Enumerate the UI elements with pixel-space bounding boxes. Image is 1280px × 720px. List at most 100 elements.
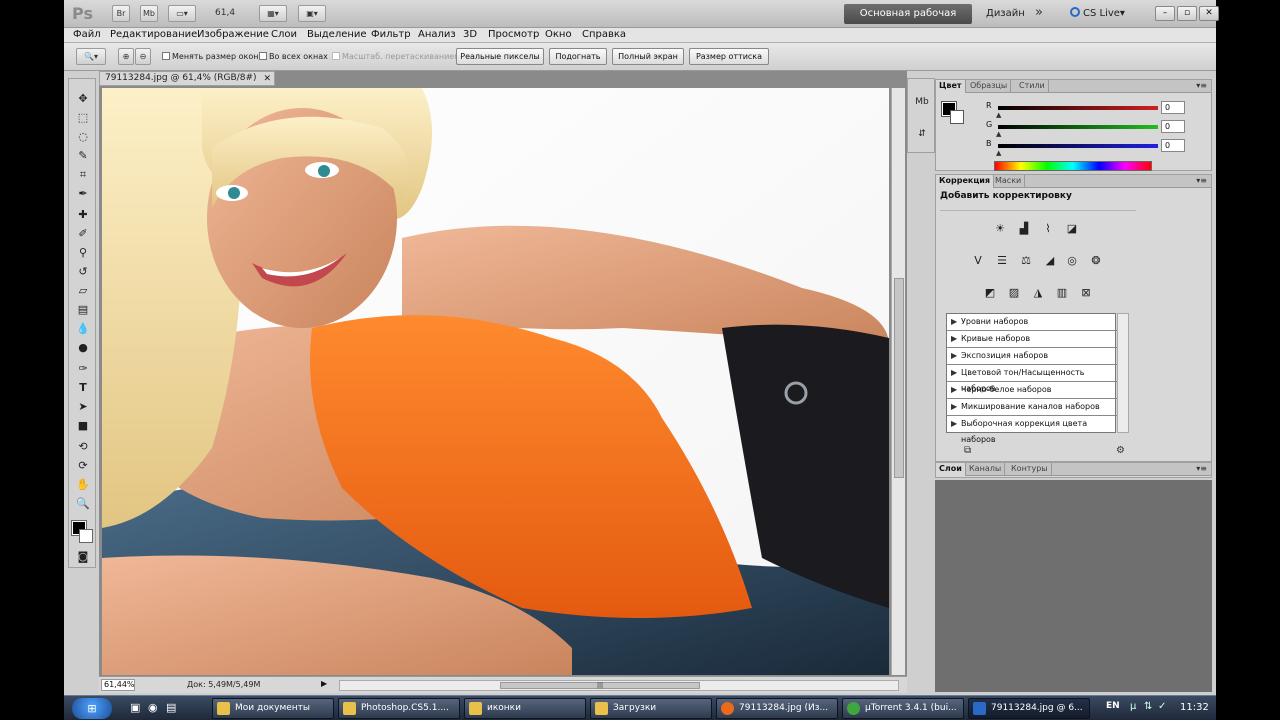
move-tool-icon[interactable]: ✥ — [75, 91, 91, 107]
3d-orbit-tool-icon[interactable]: ⟳ — [75, 458, 91, 474]
menu-window[interactable]: Окно — [545, 29, 572, 40]
quick-select-tool-icon[interactable]: ✎ — [75, 148, 91, 164]
menu-file[interactable]: Файл — [73, 29, 101, 40]
adjustment-options-icon[interactable]: ⚙ — [1116, 445, 1125, 456]
preset-hue-saturation[interactable]: ▶ Цветовой тон/Насыщенность наборов — [947, 365, 1117, 393]
taskbar-my-documents[interactable]: Мои документы — [212, 698, 334, 719]
channel-mixer-icon[interactable]: ❂ — [1088, 253, 1104, 269]
hand-tool-icon[interactable]: ✋ — [75, 477, 91, 493]
type-tool-icon[interactable]: T — [75, 380, 91, 396]
tab-adjustments[interactable]: Коррекция — [936, 175, 995, 188]
close-document-icon[interactable]: ✕ — [263, 73, 271, 86]
adjustments-panel-menu-icon[interactable]: ▾≡ — [1196, 176, 1207, 185]
all-windows-checkbox[interactable]: Во всех окнах — [259, 52, 328, 61]
menu-filter[interactable]: Фильтр — [371, 29, 411, 40]
selective-color-icon[interactable]: ⊠ — [1078, 285, 1094, 301]
red-value-input[interactable]: 0 — [1161, 101, 1185, 114]
menu-image[interactable]: Изображение — [197, 29, 269, 40]
tray-utorrent-icon[interactable]: µ — [1130, 701, 1136, 712]
menu-edit[interactable]: Редактирование — [110, 29, 197, 40]
clip-to-layer-icon[interactable]: ⧉ — [964, 445, 971, 456]
tab-layers[interactable]: Слои — [936, 463, 966, 476]
color-spectrum-ramp[interactable] — [994, 161, 1152, 171]
preset-levels[interactable]: ▶ Уровни наборов — [947, 314, 1117, 331]
green-slider-knob[interactable]: ▲ — [996, 130, 1001, 138]
red-slider-knob[interactable]: ▲ — [996, 111, 1001, 119]
color-panel-menu-icon[interactable]: ▾≡ — [1196, 81, 1207, 90]
image-canvas[interactable] — [102, 88, 889, 675]
eyedropper-tool-icon[interactable]: ✒ — [75, 186, 91, 202]
tab-paths[interactable]: Контуры — [1008, 463, 1052, 476]
dodge-tool-icon[interactable]: ● — [75, 340, 91, 356]
crop-tool-icon[interactable]: ⌗ — [75, 167, 91, 183]
screen-mode-button[interactable]: ▣▾ — [298, 5, 326, 22]
preset-curves[interactable]: ▶ Кривые наборов — [947, 331, 1117, 348]
preset-channel-mixer[interactable]: ▶ Микширование каналов наборов — [947, 399, 1117, 416]
actual-pixels-button[interactable]: Реальные пикселы — [456, 48, 544, 65]
fill-screen-button[interactable]: Полный экран — [612, 48, 684, 65]
marquee-tool-icon[interactable]: ⬚ — [75, 110, 91, 126]
menu-layers[interactable]: Слои — [271, 29, 297, 40]
show-desktop-icon[interactable]: ▣ — [130, 701, 140, 714]
blur-tool-icon[interactable]: 💧 — [75, 321, 91, 337]
history-panel-icon[interactable]: ⇵ — [913, 125, 931, 143]
status-menu-arrow-icon[interactable]: ▶ — [321, 679, 327, 688]
horizontal-scroll-thumb[interactable]: ||| — [500, 682, 700, 689]
taskbar-photoshop[interactable]: 79113284.jpg @ 6... — [968, 698, 1090, 719]
exposure-icon[interactable]: ◪ — [1064, 221, 1080, 237]
tab-swatches[interactable]: Образцы — [967, 80, 1012, 93]
minimize-button[interactable]: – — [1155, 6, 1175, 21]
preset-selective-color[interactable]: ▶ Выборочная коррекция цвета наборов — [947, 416, 1117, 444]
layers-panel-menu-icon[interactable]: ▾≡ — [1196, 464, 1207, 473]
lasso-tool-icon[interactable]: ◌ — [75, 129, 91, 145]
arrange-documents-button[interactable]: ▦▾ — [259, 5, 287, 22]
menu-3d[interactable]: 3D — [463, 29, 477, 40]
path-select-tool-icon[interactable]: ➤ — [75, 399, 91, 415]
invert-icon[interactable]: ◩ — [982, 285, 998, 301]
3d-rotate-tool-icon[interactable]: ⟲ — [75, 439, 91, 455]
brush-tool-icon[interactable]: ✐ — [75, 226, 91, 242]
menu-analysis[interactable]: Анализ — [418, 29, 456, 40]
healing-brush-tool-icon[interactable]: ✚ — [75, 207, 91, 223]
minibridge-panel-icon[interactable]: Mb — [913, 93, 931, 111]
zoom-field[interactable]: 61,44% — [101, 679, 135, 691]
workspace-design-button[interactable]: Дизайн — [986, 8, 1025, 19]
threshold-icon[interactable]: ◮ — [1030, 285, 1046, 301]
more-workspaces-icon[interactable]: » — [1035, 5, 1043, 20]
workspace-essentials-button[interactable]: Основная рабочая среда — [844, 4, 972, 39]
tab-styles[interactable]: Стили — [1016, 80, 1049, 93]
taskbar-photoshop-folder[interactable]: Photoshop.CS5.1.... — [338, 698, 460, 719]
preset-exposure[interactable]: ▶ Экспозиция наборов — [947, 348, 1117, 365]
view-extras-button[interactable]: ▭▾ — [168, 5, 196, 22]
presets-scrollbar[interactable] — [1117, 313, 1129, 433]
gradient-map-icon[interactable]: ▥ — [1054, 285, 1070, 301]
blue-slider[interactable] — [998, 144, 1158, 148]
color-balance-icon[interactable]: ⚖ — [1018, 253, 1034, 269]
green-slider[interactable] — [998, 125, 1158, 129]
document-tab[interactable]: 79113284.jpg @ 61,4% (RGB/8#) ✕ — [99, 71, 275, 86]
blue-value-input[interactable]: 0 — [1161, 139, 1185, 152]
clock[interactable]: 11:32 — [1180, 702, 1209, 713]
eraser-tool-icon[interactable]: ▱ — [75, 283, 91, 299]
posterize-icon[interactable]: ▨ — [1006, 285, 1022, 301]
red-slider[interactable] — [998, 106, 1158, 110]
photo-filter-icon[interactable]: ◎ — [1064, 253, 1080, 269]
pen-tool-icon[interactable]: ✑ — [75, 361, 91, 377]
start-button[interactable]: ⊞ — [72, 698, 112, 719]
levels-icon[interactable]: ▟ — [1016, 221, 1032, 237]
color-panel-background-swatch[interactable] — [950, 110, 964, 124]
print-size-button[interactable]: Размер оттиска — [689, 48, 769, 65]
tray-antivirus-icon[interactable]: ✓ — [1158, 701, 1166, 712]
document-size-info[interactable]: Док: 5,49M/5,49M — [187, 680, 260, 689]
preset-black-white[interactable]: ▶ Черно-белое наборов — [947, 382, 1117, 399]
resize-windows-checkbox[interactable]: Менять размер окон — [162, 52, 258, 61]
tab-color[interactable]: Цвет — [936, 80, 966, 93]
minibridge-button[interactable]: Mb — [140, 5, 158, 22]
menu-view[interactable]: Просмотр — [488, 29, 539, 40]
close-button[interactable]: ✕ — [1199, 6, 1219, 21]
quick-mask-icon[interactable]: ◙ — [75, 549, 91, 565]
clone-stamp-tool-icon[interactable]: ⚲ — [75, 245, 91, 261]
language-indicator[interactable]: EN — [1106, 701, 1120, 711]
taskbar-downloads-folder[interactable]: Загрузки — [590, 698, 712, 719]
zoom-tool-icon[interactable]: 🔍 — [75, 496, 91, 512]
